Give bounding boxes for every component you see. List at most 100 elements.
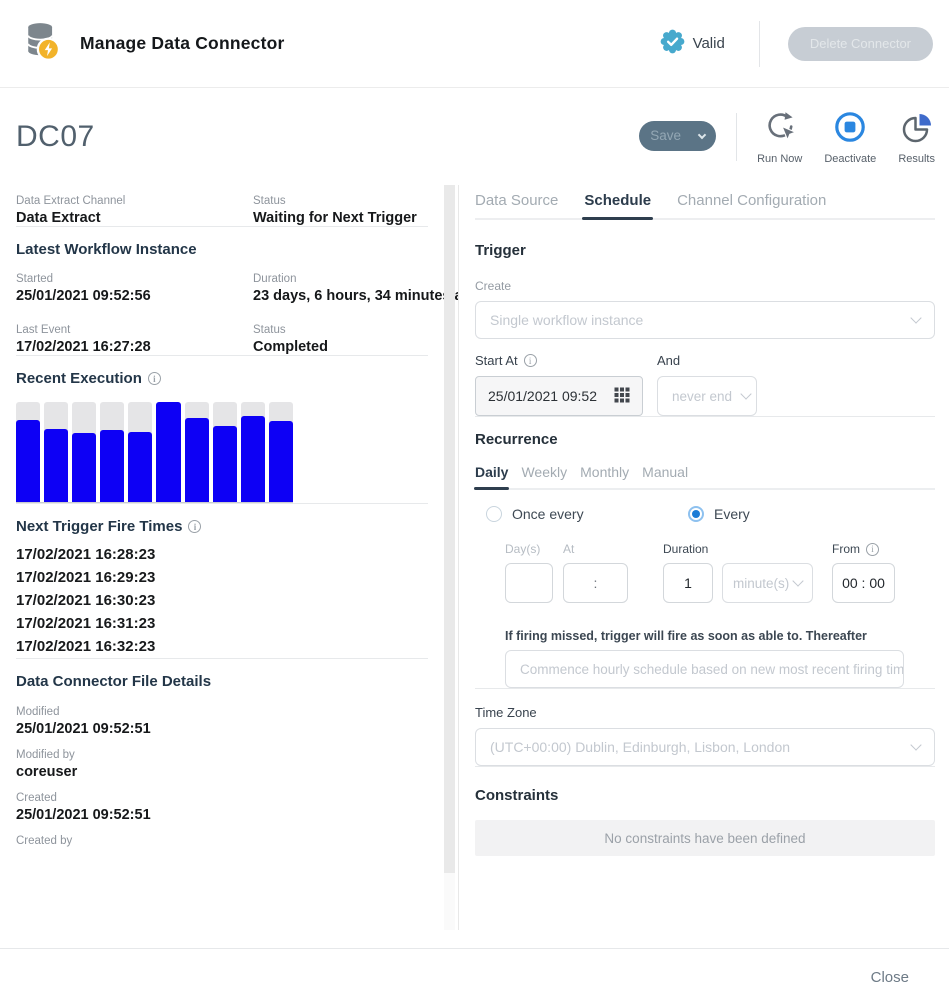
file-detail-field: Created by [16,835,428,847]
fire-time: 17/02/2021 16:28:23 [16,543,428,566]
tab-schedule[interactable]: Schedule [584,192,651,209]
deactivate-button[interactable]: Deactivate [824,109,876,165]
tab-weekly[interactable]: Weekly [521,464,567,480]
bar [241,416,265,502]
recurrence-tab-bar: Daily Weekly Monthly Manual [475,464,935,490]
missed-firing-text: If firing missed, trigger will fire as s… [505,629,935,643]
status-panel: Data Extract Channel Data Extract Status… [0,185,458,930]
run-now-button[interactable]: Run Now [757,109,802,165]
status-field: Status Waiting for Next Trigger [253,195,428,226]
radio-unchecked-icon[interactable] [486,506,502,522]
toolbar: Save Run Now [639,109,935,165]
duration-unit-group: minute(s) [722,563,813,603]
data-connector-icon [20,19,64,68]
bar-track [185,402,209,502]
toolbar-divider [736,113,737,161]
status-label: Status [253,195,428,207]
bar [72,433,96,502]
fire-time: 17/02/2021 16:31:23 [16,612,428,635]
days-input[interactable] [505,563,553,603]
never-end-select[interactable]: never end [657,376,757,416]
tab-manual[interactable]: Manual [642,464,688,480]
save-label: Save [650,128,681,143]
channel-value: Data Extract [16,210,253,226]
bar [185,418,209,502]
tab-daily[interactable]: Daily [475,464,508,480]
at-input[interactable]: : [563,563,628,603]
bar [128,432,152,502]
divider [16,658,428,659]
channel-label: Data Extract Channel [16,195,253,207]
from-group: From 00 : 00 [832,542,895,603]
every-radio[interactable]: Every [688,506,750,522]
from-label: From [832,542,895,556]
bar-track [100,402,124,502]
file-details-heading: Data Connector File Details [16,673,428,690]
info-icon[interactable] [148,372,161,385]
file-detail-field: Created25/01/2021 09:52:51 [16,792,428,823]
fire-time: 17/02/2021 16:32:23 [16,635,428,658]
bar [156,402,180,502]
chevron-down-icon [792,575,803,586]
duration-unit-select[interactable]: minute(s) [722,563,813,603]
file-detail-field: Modified25/01/2021 09:52:51 [16,706,428,737]
duration-input[interactable]: 1 [663,563,713,603]
toolbar-actions: Run Now Deactivate [757,109,935,165]
valid-label: Valid [693,35,725,52]
info-icon[interactable] [866,543,879,556]
deactivate-label: Deactivate [824,153,876,165]
bar [213,426,237,502]
divider [475,416,935,417]
from-input[interactable]: 00 : 00 [832,563,895,603]
bar [44,429,68,502]
start-at-input[interactable]: 25/01/2021 09:52 [475,376,643,416]
duration-field: Duration 23 days, 6 hours, 34 minutes a [253,273,458,304]
tab-channel-configuration[interactable]: Channel Configuration [677,192,826,209]
file-details-list: Modified25/01/2021 09:52:51Modified byco… [16,706,428,847]
save-button[interactable]: Save [639,121,716,151]
time-zone-select[interactable]: (UTC+00:00) Dublin, Edinburgh, Lisbon, L… [475,728,935,766]
bar [16,420,40,502]
dialog-footer: Close [0,948,949,1006]
latest-workflow-heading: Latest Workflow Instance [16,241,428,258]
validity-status: Valid [660,29,725,58]
recent-execution-heading: Recent Execution [16,370,428,387]
create-label: Create [475,279,935,293]
started-field: Started 25/01/2021 09:52:56 [16,273,253,304]
fire-time: 17/02/2021 16:29:23 [16,566,428,589]
and-group: And never end [657,353,757,416]
trigger-heading: Trigger [475,242,935,259]
recent-execution-chart [16,402,293,503]
delete-connector-button[interactable]: Delete Connector [788,27,933,61]
header-right: Valid Delete Connector [660,21,933,67]
info-icon[interactable] [524,354,537,367]
radio-checked-icon[interactable] [688,506,704,522]
start-at-label: Start At [475,353,643,368]
tab-data-source[interactable]: Data Source [475,192,558,209]
scrollbar-thumb[interactable] [444,185,455,873]
results-label: Results [898,153,935,165]
bar-track [16,402,40,502]
start-at-row: Start At 25/01/2021 09:52 [475,353,935,416]
once-every-radio[interactable]: Once every [486,506,688,522]
chevron-down-icon [910,312,921,323]
left-panel-scrollbar[interactable] [444,185,455,930]
bar-track [128,402,152,502]
calendar-icon[interactable] [614,387,630,406]
tab-monthly[interactable]: Monthly [580,464,629,480]
bar [269,421,293,502]
results-pie-icon [899,109,935,150]
deactivate-icon [832,109,868,150]
last-event-field: Last Event 17/02/2021 16:27:28 [16,324,253,355]
close-button[interactable]: Close [871,969,909,986]
info-icon[interactable] [188,520,201,533]
results-button[interactable]: Results [898,109,935,165]
page-title: Manage Data Connector [80,33,285,54]
create-select[interactable]: Single workflow instance [475,301,935,339]
divider [16,503,428,504]
chevron-down-icon [910,739,921,750]
missed-firing-select[interactable]: Commence hourly schedule based on new mo… [505,650,904,688]
recurrence-fields-row: Day(s) At : Duration 1 minute(s) [475,542,935,603]
dialog-header: Manage Data Connector [0,0,949,88]
dialog-content: Data Extract Channel Data Extract Status… [0,185,949,930]
